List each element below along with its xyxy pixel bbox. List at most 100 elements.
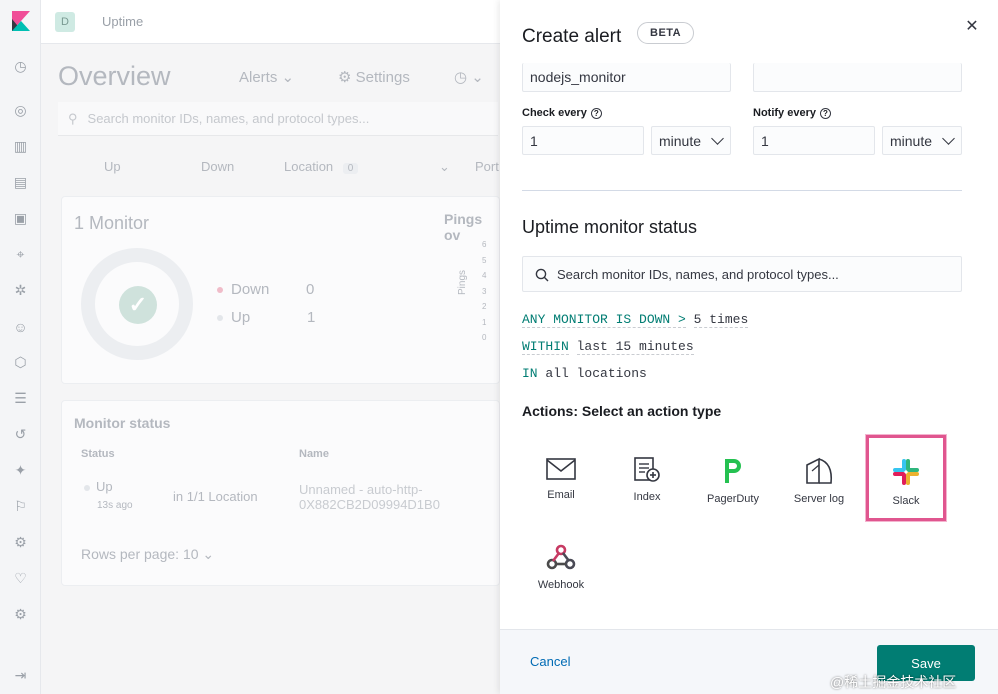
cancel-button[interactable]: Cancel bbox=[530, 654, 570, 669]
alerts-dropdown[interactable]: Alerts ⌄ bbox=[239, 68, 294, 86]
left-nav: ◷ ◎ ▥ ▤ ▣ ⌖ ✲ ☺ ⬡ ☰ ↺ ✦ ⚐ ⚙ ♡ ⚙ ⇥ bbox=[0, 0, 41, 694]
legend-down-label: Down bbox=[231, 281, 270, 298]
index-icon bbox=[634, 457, 660, 482]
expression-down-count[interactable]: ANY MONITOR IS DOWN > 5 times bbox=[522, 312, 749, 328]
filter-location-count: 0 bbox=[342, 163, 359, 174]
row-age: 13s ago bbox=[97, 500, 133, 511]
create-alert-flyout: Create alert BETA ✕ nodejs_monitor Check… bbox=[500, 0, 998, 694]
expression-value: last 15 minutes bbox=[576, 339, 694, 355]
webhook-icon bbox=[546, 544, 576, 570]
filter-down[interactable]: Down bbox=[201, 159, 234, 174]
notify-every-text: Notify every bbox=[753, 107, 816, 119]
row-monitor-link[interactable]: Unnamed - auto-http- 0X882CB2D09994D1B0 bbox=[299, 482, 440, 512]
logs-icon[interactable]: ☰ bbox=[11, 389, 30, 408]
notify-every-value-input[interactable]: 1 bbox=[753, 126, 875, 155]
action-label: Email bbox=[547, 489, 575, 501]
settings-label: Settings bbox=[355, 69, 410, 86]
dev-tools-icon[interactable]: ⚙ bbox=[11, 533, 30, 552]
space-avatar[interactable]: D bbox=[55, 12, 75, 32]
canvas-icon[interactable]: ▣ bbox=[11, 209, 30, 228]
search-placeholder: Search monitor IDs, names, and protocol … bbox=[87, 111, 370, 126]
rows-per-page[interactable]: Rows per page: 10 ⌄ bbox=[81, 546, 214, 563]
action-label: Webhook bbox=[537, 579, 585, 591]
user-icon[interactable]: ☺ bbox=[11, 317, 30, 336]
row-name-line2: 0X882CB2D09994D1B0 bbox=[299, 497, 440, 512]
flyout-title: Create alert bbox=[522, 26, 622, 47]
search-icon: ⚲ bbox=[68, 110, 78, 126]
pagerduty-icon bbox=[725, 459, 741, 483]
monitor-status-card: Monitor status Status Name Up 13s ago in… bbox=[61, 400, 500, 586]
check-icon: ✓ bbox=[119, 286, 157, 324]
alert-name-input[interactable]: nodejs_monitor bbox=[522, 63, 731, 92]
infra-icon[interactable]: ⬡ bbox=[11, 353, 30, 372]
help-icon[interactable]: ? bbox=[819, 107, 831, 119]
filter-location-label: Location bbox=[284, 159, 334, 174]
alert-tags-input[interactable] bbox=[753, 63, 962, 92]
visualize-icon[interactable]: ▥ bbox=[11, 137, 30, 156]
filter-up[interactable]: Up bbox=[104, 159, 121, 174]
monitor-count-title: 1 Monitor bbox=[74, 213, 150, 233]
action-label: Index bbox=[633, 491, 661, 503]
server-log-icon bbox=[806, 457, 833, 484]
filter-chevron-icon[interactable]: ⌄ bbox=[439, 159, 450, 175]
pings-axis-label: Pings bbox=[457, 269, 469, 296]
date-picker-icon[interactable]: ◷ ⌄ bbox=[454, 68, 484, 86]
clock-icon[interactable]: ◷ bbox=[11, 57, 30, 76]
monitoring-icon[interactable]: ♡ bbox=[11, 569, 30, 588]
search-placeholder: Search monitor IDs, names, and protocol … bbox=[557, 266, 839, 282]
check-every-unit-select[interactable]: minute bbox=[651, 126, 731, 155]
maps-icon[interactable]: ⌖ bbox=[11, 245, 30, 264]
row-status: Up bbox=[84, 479, 113, 494]
y-tick: 1 bbox=[482, 317, 487, 327]
apm-icon[interactable]: ↺ bbox=[11, 425, 30, 444]
monitor-search-input[interactable]: ⚲ Search monitor IDs, names, and protoco… bbox=[58, 102, 498, 136]
uptime-icon[interactable]: ✦ bbox=[11, 461, 30, 480]
siem-icon[interactable]: ⚐ bbox=[11, 497, 30, 516]
down-count: 0 bbox=[306, 281, 315, 298]
expression-keyword: ANY MONITOR IS DOWN > bbox=[522, 312, 686, 328]
action-pagerduty[interactable]: PagerDuty bbox=[693, 437, 773, 521]
expression-locations[interactable]: IN all locations bbox=[522, 366, 647, 381]
col-status[interactable]: Status bbox=[81, 448, 115, 460]
dashboard-icon[interactable]: ▤ bbox=[11, 173, 30, 192]
filter-port[interactable]: Port bbox=[475, 159, 499, 174]
page-title: Overview bbox=[58, 61, 171, 91]
action-label: Server log bbox=[793, 493, 845, 505]
divider bbox=[522, 190, 962, 191]
actions-title: Actions: Select an action type bbox=[522, 403, 722, 419]
filter-location[interactable]: Location 0 bbox=[284, 159, 359, 174]
collapse-nav-icon[interactable]: ⇥ bbox=[11, 666, 30, 685]
y-tick: 5 bbox=[482, 255, 487, 265]
search-icon bbox=[535, 268, 549, 282]
legend-up-label: Up bbox=[231, 309, 251, 326]
action-index[interactable]: Index bbox=[607, 437, 687, 521]
settings-link[interactable]: ⚙ Settings bbox=[338, 68, 410, 86]
ml-icon[interactable]: ✲ bbox=[11, 281, 30, 300]
expression-value: 5 times bbox=[693, 312, 749, 328]
close-icon[interactable]: ✕ bbox=[962, 16, 982, 36]
kibana-logo-icon[interactable] bbox=[12, 11, 30, 31]
top-bar: D Uptime bbox=[41, 0, 500, 44]
compass-icon[interactable]: ◎ bbox=[11, 101, 30, 120]
check-every-value-input[interactable]: 1 bbox=[522, 126, 644, 155]
help-icon[interactable]: ? bbox=[590, 107, 602, 119]
col-name[interactable]: Name bbox=[299, 448, 329, 460]
action-server-log[interactable]: Server log bbox=[779, 437, 859, 521]
action-email[interactable]: Email bbox=[521, 437, 601, 521]
notify-every-label: Notify every? bbox=[753, 107, 831, 119]
rows-per-page-label: Rows per page: 10 bbox=[81, 546, 199, 562]
monitor-status-title: Monitor status bbox=[74, 415, 171, 431]
row-status-label: Up bbox=[96, 479, 113, 494]
management-icon[interactable]: ⚙ bbox=[11, 605, 30, 624]
monitor-filter-search-input[interactable]: Search monitor IDs, names, and protocol … bbox=[522, 256, 962, 292]
breadcrumb-uptime[interactable]: Uptime bbox=[102, 14, 143, 29]
y-tick: 3 bbox=[482, 286, 487, 296]
section-title: Uptime monitor status bbox=[522, 217, 698, 237]
action-webhook[interactable]: Webhook bbox=[521, 523, 601, 607]
chevron-down-icon: ⌄ bbox=[281, 69, 295, 86]
pings-y-ticks: 6 5 4 3 2 1 0 bbox=[482, 237, 486, 346]
check-every-unit: minute bbox=[659, 132, 702, 149]
y-tick: 0 bbox=[482, 333, 487, 342]
notify-every-unit-select[interactable]: minute bbox=[882, 126, 962, 155]
expression-timerange[interactable]: WITHIN last 15 minutes bbox=[522, 339, 694, 355]
